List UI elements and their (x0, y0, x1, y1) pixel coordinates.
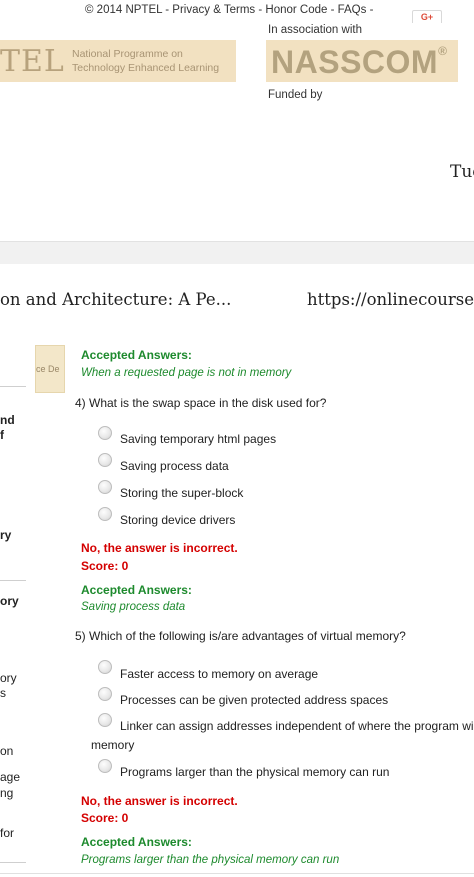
q4-option-2[interactable]: Saving process data (120, 459, 229, 473)
sidebar-item-label[interactable]: age (0, 770, 20, 784)
sidebar-item-label[interactable]: nd (0, 413, 15, 427)
radio-button[interactable] (98, 480, 112, 494)
footer-links[interactable]: © 2014 NPTEL - Privacy & Terms - Honor C… (85, 4, 373, 16)
question-4-text: 4) What is the swap space in the disk us… (75, 396, 327, 410)
q4-option-1[interactable]: Saving temporary html pages (120, 432, 276, 446)
bottom-divider (0, 873, 474, 874)
q5-option-3[interactable]: Linker can assign addresses independent … (120, 719, 474, 733)
sidebar-divider (0, 862, 26, 863)
nptel-subtitle-line1: National Programme on (72, 48, 183, 60)
nptel-logo-mark: TEL (0, 44, 65, 79)
score-label: Score: 0 (81, 811, 129, 825)
sidebar-item-label[interactable]: on (0, 744, 13, 758)
sidebar-item-label[interactable]: ory (0, 671, 17, 685)
sidebar-divider (0, 580, 26, 581)
sidebar-item-label[interactable]: f (0, 428, 4, 442)
radio-button[interactable] (98, 507, 112, 521)
result-incorrect: No, the answer is incorrect. (81, 794, 238, 808)
q5-option-4[interactable]: Programs larger than the physical memory… (120, 765, 389, 779)
q5-option-2[interactable]: Processes can be given protected address… (120, 693, 388, 707)
course-title: on and Architecture: A Pe... (0, 290, 232, 309)
date-label: Tue (450, 162, 474, 182)
accepted-answers-label: Accepted Answers: (81, 348, 192, 362)
page-divider-band (0, 241, 474, 264)
sidebar-tab[interactable]: ce De (35, 345, 65, 393)
q5-option-1[interactable]: Faster access to memory on average (120, 667, 318, 681)
nptel-subtitle-line2: Technology Enhanced Learning (72, 62, 220, 74)
sidebar-item-label[interactable]: ng (0, 786, 13, 800)
accepted-answer-value: When a requested page is not in memory (81, 367, 292, 379)
association-label: In association with (268, 24, 362, 36)
radio-button[interactable] (98, 660, 112, 674)
nptel-logo-subtitle: National Programme on Technology Enhance… (72, 47, 219, 75)
radio-button[interactable] (98, 453, 112, 467)
question-5-text: 5) Which of the following is/are advanta… (75, 629, 406, 643)
score-label: Score: 0 (81, 559, 129, 573)
sidebar-item-label[interactable]: ory (0, 594, 19, 608)
sidebar-item-label[interactable]: s (0, 686, 6, 700)
radio-button[interactable] (98, 687, 112, 701)
radio-button[interactable] (98, 759, 112, 773)
accepted-answer-value: Saving process data (81, 601, 186, 613)
result-incorrect: No, the answer is incorrect. (81, 541, 238, 555)
sidebar-item-label[interactable]: ry (0, 528, 11, 542)
funded-by-label: Funded by (268, 89, 323, 101)
q4-option-3[interactable]: Storing the super-block (120, 486, 243, 500)
radio-button[interactable] (98, 713, 112, 727)
accepted-answers-label: Accepted Answers: (81, 835, 192, 849)
google-plus-icon[interactable]: G+ (412, 10, 442, 23)
q5-option-3-continued[interactable]: memory (91, 738, 134, 752)
nasscom-logo-text: NASSCOM® (271, 44, 448, 80)
radio-button[interactable] (98, 426, 112, 440)
sidebar-divider (0, 386, 26, 387)
sidebar-item-label[interactable]: for (0, 826, 14, 840)
accepted-answer-value: Programs larger than the physical memory… (81, 854, 340, 866)
accepted-answers-label: Accepted Answers: (81, 583, 192, 597)
course-url[interactable]: https://onlinecourses (307, 290, 474, 309)
q4-option-4[interactable]: Storing device drivers (120, 513, 235, 527)
